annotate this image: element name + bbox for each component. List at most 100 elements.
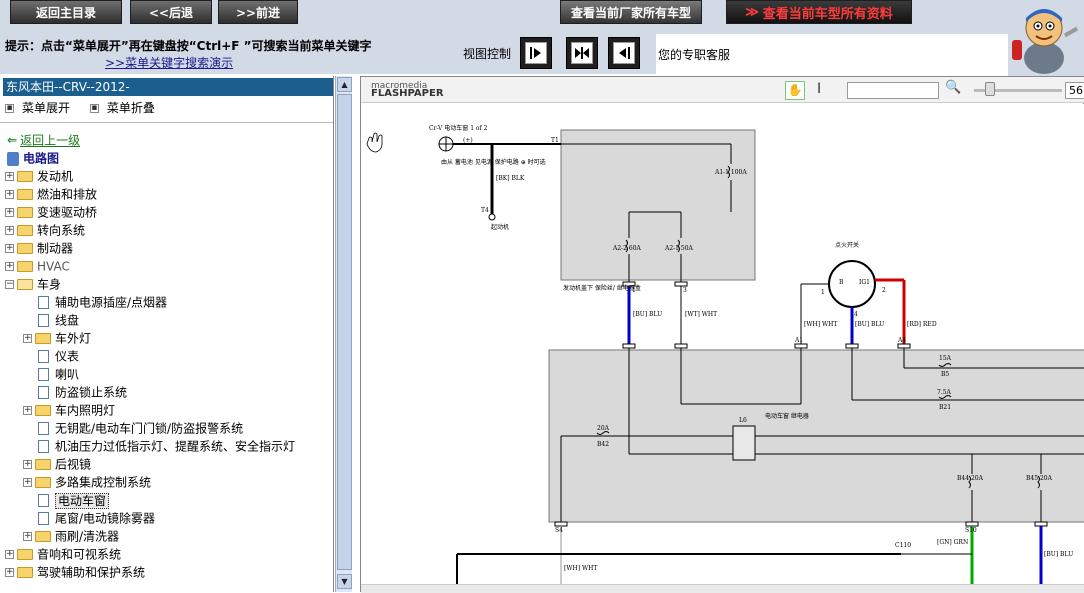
view-split-button[interactable] (566, 37, 598, 69)
folder-icon (35, 477, 51, 488)
underhood-box-label: 发动机盖下 保险丝/ 继电器盒 (563, 284, 641, 292)
fuse-a1-label: A1-1 100A (714, 169, 747, 176)
tree-folder-interior-lights[interactable]: + 车内照明灯 (23, 401, 115, 419)
fuse-b42-label: B42 (597, 441, 609, 448)
zoom-value[interactable]: 56 (1065, 82, 1084, 99)
tree-doc-immobilizer[interactable]: 防盗锁止系统 (38, 383, 127, 401)
folder-icon (17, 567, 33, 578)
menu-expand-button[interactable]: ▪ 菜单展开 (5, 101, 78, 115)
tree-folder-steering[interactable]: + 转向系统 (5, 221, 85, 239)
folder-icon (17, 171, 33, 182)
ignition-pin-1: 1 (821, 289, 825, 296)
tree-folder-transaxle[interactable]: + 变速驱动桥 (5, 203, 97, 221)
tree-root-label: 电路图 (23, 151, 60, 166)
fuse-b5-label: B5 (941, 371, 949, 378)
tree-label: 线盘 (55, 313, 80, 328)
expand-plus-icon[interactable]: + (23, 460, 32, 469)
view-left-panel-button[interactable] (520, 37, 552, 69)
expand-plus-icon[interactable]: + (23, 532, 32, 541)
viewer-search-input[interactable] (847, 82, 939, 99)
tree-label: 燃油和排放 (37, 187, 98, 202)
document-icon (38, 386, 49, 399)
text-select-icon[interactable]: I (817, 81, 821, 97)
forward-button[interactable]: >>前进 (218, 0, 298, 24)
tree-doc-horn[interactable]: 喇叭 (38, 365, 79, 383)
expand-plus-icon[interactable]: + (5, 244, 14, 253)
tree-doc-gauges[interactable]: 仪表 (38, 347, 79, 365)
expand-plus-icon[interactable]: + (5, 172, 14, 181)
folder-icon (35, 531, 51, 542)
tree-folder-brakes[interactable]: + 制动器 (5, 239, 73, 257)
scroll-down-icon[interactable]: ▼ (337, 574, 352, 589)
zoom-slider-handle[interactable] (985, 82, 995, 96)
tree-doc-defogger[interactable]: 尾窗/电动镜除雾器 (38, 509, 155, 527)
expand-plus-icon[interactable]: + (23, 406, 32, 415)
hand-tool-icon[interactable]: ✋ (785, 81, 805, 100)
document-icon (38, 314, 49, 327)
document-icon (38, 368, 49, 381)
hint-text: 提示：点击“菜单展开”再在键盘按“Ctrl+F ”可搜索当前菜单关键字 (5, 39, 372, 53)
relay-label: 电动车窗 继电器 (765, 412, 809, 420)
wire-blu3-label: [BU] BLU (1044, 551, 1073, 558)
menu-collapse-button[interactable]: ▪ 菜单折叠 (89, 101, 163, 115)
tree-doc-power-windows[interactable]: 电动车窗 (38, 491, 110, 509)
double-chevron-icon: ≫ (745, 4, 759, 20)
expand-plus-icon[interactable]: + (5, 226, 14, 235)
search-demo-link[interactable]: >>菜单关键字搜索演示 (105, 54, 233, 71)
service-label[interactable]: 您的专职客服 (658, 46, 730, 63)
expand-plus-icon[interactable]: + (23, 334, 32, 343)
car-model-title: 东风本田--CRV--2012- (3, 78, 333, 96)
fuse-b21-label: B21 (939, 404, 951, 411)
back-button[interactable]: <<后退 (130, 0, 212, 24)
wire-bk-label: [BK] BLK (496, 175, 525, 182)
tree-doc-cable-reel[interactable]: 线盘 (38, 311, 79, 329)
tree-folder-audio[interactable]: + 音响和可视系统 (5, 545, 121, 563)
tree-folder-hvac[interactable]: + HVAC (5, 257, 70, 275)
back-up-label: 返回上一级 (20, 133, 81, 148)
tree-folder-exterior-lights[interactable]: + 车外灯 (23, 329, 91, 347)
expand-plus-icon[interactable]: + (23, 478, 32, 487)
expand-plus-icon[interactable]: + (5, 208, 14, 217)
search-icon[interactable]: 🔍 (945, 80, 961, 95)
all-models-button[interactable]: 查看当前厂家所有车型 (560, 0, 702, 24)
tree-doc-power-socket[interactable]: 辅助电源插座/点烟器 (38, 293, 167, 311)
wiring-diagram-page[interactable]: Cr-V 电动车窗 1 of 2 (+) 由从 蓄电池 见电源 保护电路 ⊕ 时… (361, 104, 1084, 584)
expand-plus-icon[interactable]: + (5, 568, 14, 577)
tree-folder-fuel[interactable]: + 燃油和排放 (5, 185, 97, 203)
all-current-data-button[interactable]: ≫ 查看当前车型所有资料 (726, 0, 912, 24)
back-up-link[interactable]: ⇐ 返回上一级 (7, 131, 80, 149)
tree-folder-driver-assist[interactable]: + 驾驶辅助和保护系统 (5, 563, 145, 581)
plus-label: (+) (463, 137, 473, 144)
folder-icon (35, 459, 51, 470)
view-right-panel-button[interactable] (608, 37, 640, 69)
expand-plus-icon[interactable]: + (5, 550, 14, 559)
diagram-title: Cr-V 电动车窗 1 of 2 (429, 124, 488, 132)
tree-folder-engine[interactable]: + 发动机 (5, 167, 73, 185)
tree-doc-oil-pressure[interactable]: 机油压力过低指示灯、提醒系统、安全指示灯 (38, 437, 295, 455)
sidebar-scrollbar[interactable]: ▲ ▼ (335, 76, 352, 592)
power-window-relay (732, 425, 756, 461)
tree-folder-multiplex[interactable]: + 多路集成控制系统 (23, 473, 151, 491)
conn-1-label: 1 (632, 287, 636, 294)
logo-big-text: FLASHPAPER (371, 88, 444, 99)
scroll-up-icon[interactable]: ▲ (337, 77, 352, 92)
ignition-ig1-label: IG1 (859, 279, 870, 286)
fuse-b45-label: B45 20A (1026, 475, 1053, 482)
collapse-square-icon: ▪ (89, 103, 99, 113)
tree-folder-mirrors[interactable]: + 后视镜 (23, 455, 91, 473)
collapse-minus-icon[interactable]: − (5, 280, 14, 289)
wire-grn-label: [GN] GRN (937, 539, 968, 546)
tree-doc-keyless[interactable]: 无钥匙/电动车门门锁/防盗报警系统 (38, 419, 243, 437)
battery-note: 由从 蓄电池 见电源 保护电路 ⊕ 时可选 (441, 158, 546, 166)
tree-label: 防盗锁止系统 (55, 385, 128, 400)
expand-plus-icon[interactable]: + (5, 262, 14, 271)
expand-plus-icon[interactable]: + (5, 190, 14, 199)
tree-root-wiring[interactable]: 电路图 (7, 149, 59, 167)
home-button[interactable]: 返回主目录 (10, 0, 122, 24)
folder-icon (17, 207, 33, 218)
hand-cursor-icon (366, 132, 383, 153)
wiring-diagram: Cr-V 电动车窗 1 of 2 (+) 由从 蓄电池 见电源 保护电路 ⊕ 时… (366, 124, 1084, 584)
tree-folder-wipers[interactable]: + 雨刷/清洗器 (23, 527, 119, 545)
scrollbar-thumb[interactable] (337, 94, 352, 570)
tree-folder-body[interactable]: − 车身 (5, 275, 61, 293)
